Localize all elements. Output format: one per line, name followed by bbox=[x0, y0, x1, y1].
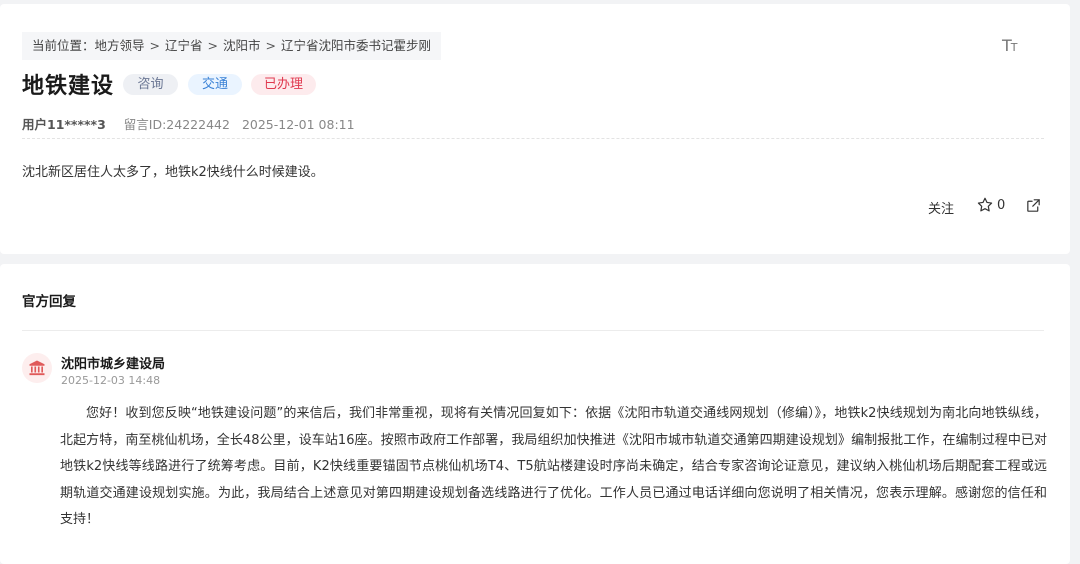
message-id: 留言ID:24222442 bbox=[123, 117, 230, 132]
tag-traffic: 交通 bbox=[188, 74, 242, 95]
page-title: 地铁建设 bbox=[22, 74, 115, 99]
avatar bbox=[22, 353, 52, 383]
org-name: 沈阳市城乡建设局 bbox=[61, 357, 166, 372]
breadcrumb: 当前位置：地方领导 > 辽宁省 > 沈阳市 > 辽宁省沈阳市委书记霍步刚 bbox=[22, 32, 442, 60]
divider bbox=[22, 138, 1044, 139]
reply-content: 您好！收到您反映“地铁建设问题”的来信后，我们非常重视，现将有关情况回复如下：依… bbox=[60, 406, 1047, 527]
message-datetime: 2025-12-01 08:11 bbox=[241, 117, 355, 132]
font-size-icon[interactable]: TT bbox=[1002, 36, 1017, 55]
breadcrumb-separator: > bbox=[149, 38, 161, 53]
reply-datetime: 2025-12-03 14:48 bbox=[61, 374, 161, 387]
share-icon bbox=[1027, 199, 1040, 212]
font-size-label-big: T bbox=[1002, 36, 1012, 55]
status-badge: 已办理 bbox=[251, 74, 316, 95]
message-meta: 用户11*****3 留言ID:24222442 2025-12-01 08:11 bbox=[22, 114, 355, 133]
font-size-label-small: T bbox=[1010, 41, 1018, 54]
breadcrumb-item-shenyang[interactable]: 沈阳市 bbox=[223, 38, 261, 53]
divider bbox=[22, 330, 1044, 331]
government-building-icon bbox=[29, 360, 45, 376]
breadcrumb-item-secretary[interactable]: 辽宁省沈阳市委书记霍步刚 bbox=[281, 38, 431, 53]
breadcrumb-item-liaoning[interactable]: 辽宁省 bbox=[165, 38, 203, 53]
tag-consult: 咨询 bbox=[123, 74, 178, 95]
star-icon bbox=[977, 197, 993, 212]
message-content: 沈北新区居住人太多了，地铁k2快线什么时候建设。 bbox=[22, 165, 324, 180]
star-count: 0 bbox=[997, 197, 1006, 213]
breadcrumb-separator: > bbox=[265, 38, 277, 53]
breadcrumb-separator: > bbox=[207, 38, 219, 53]
user-name: 用户11*****3 bbox=[22, 117, 106, 132]
share-button[interactable] bbox=[1025, 197, 1042, 218]
breadcrumb-prefix: 当前位置： bbox=[32, 38, 95, 53]
breadcrumb-item-local-leaders[interactable]: 地方领导 bbox=[95, 38, 145, 53]
star-button[interactable]: 0 bbox=[976, 196, 1005, 214]
follow-button[interactable]: 关注 bbox=[928, 198, 954, 217]
reply-section-title: 官方回复 bbox=[22, 294, 76, 310]
